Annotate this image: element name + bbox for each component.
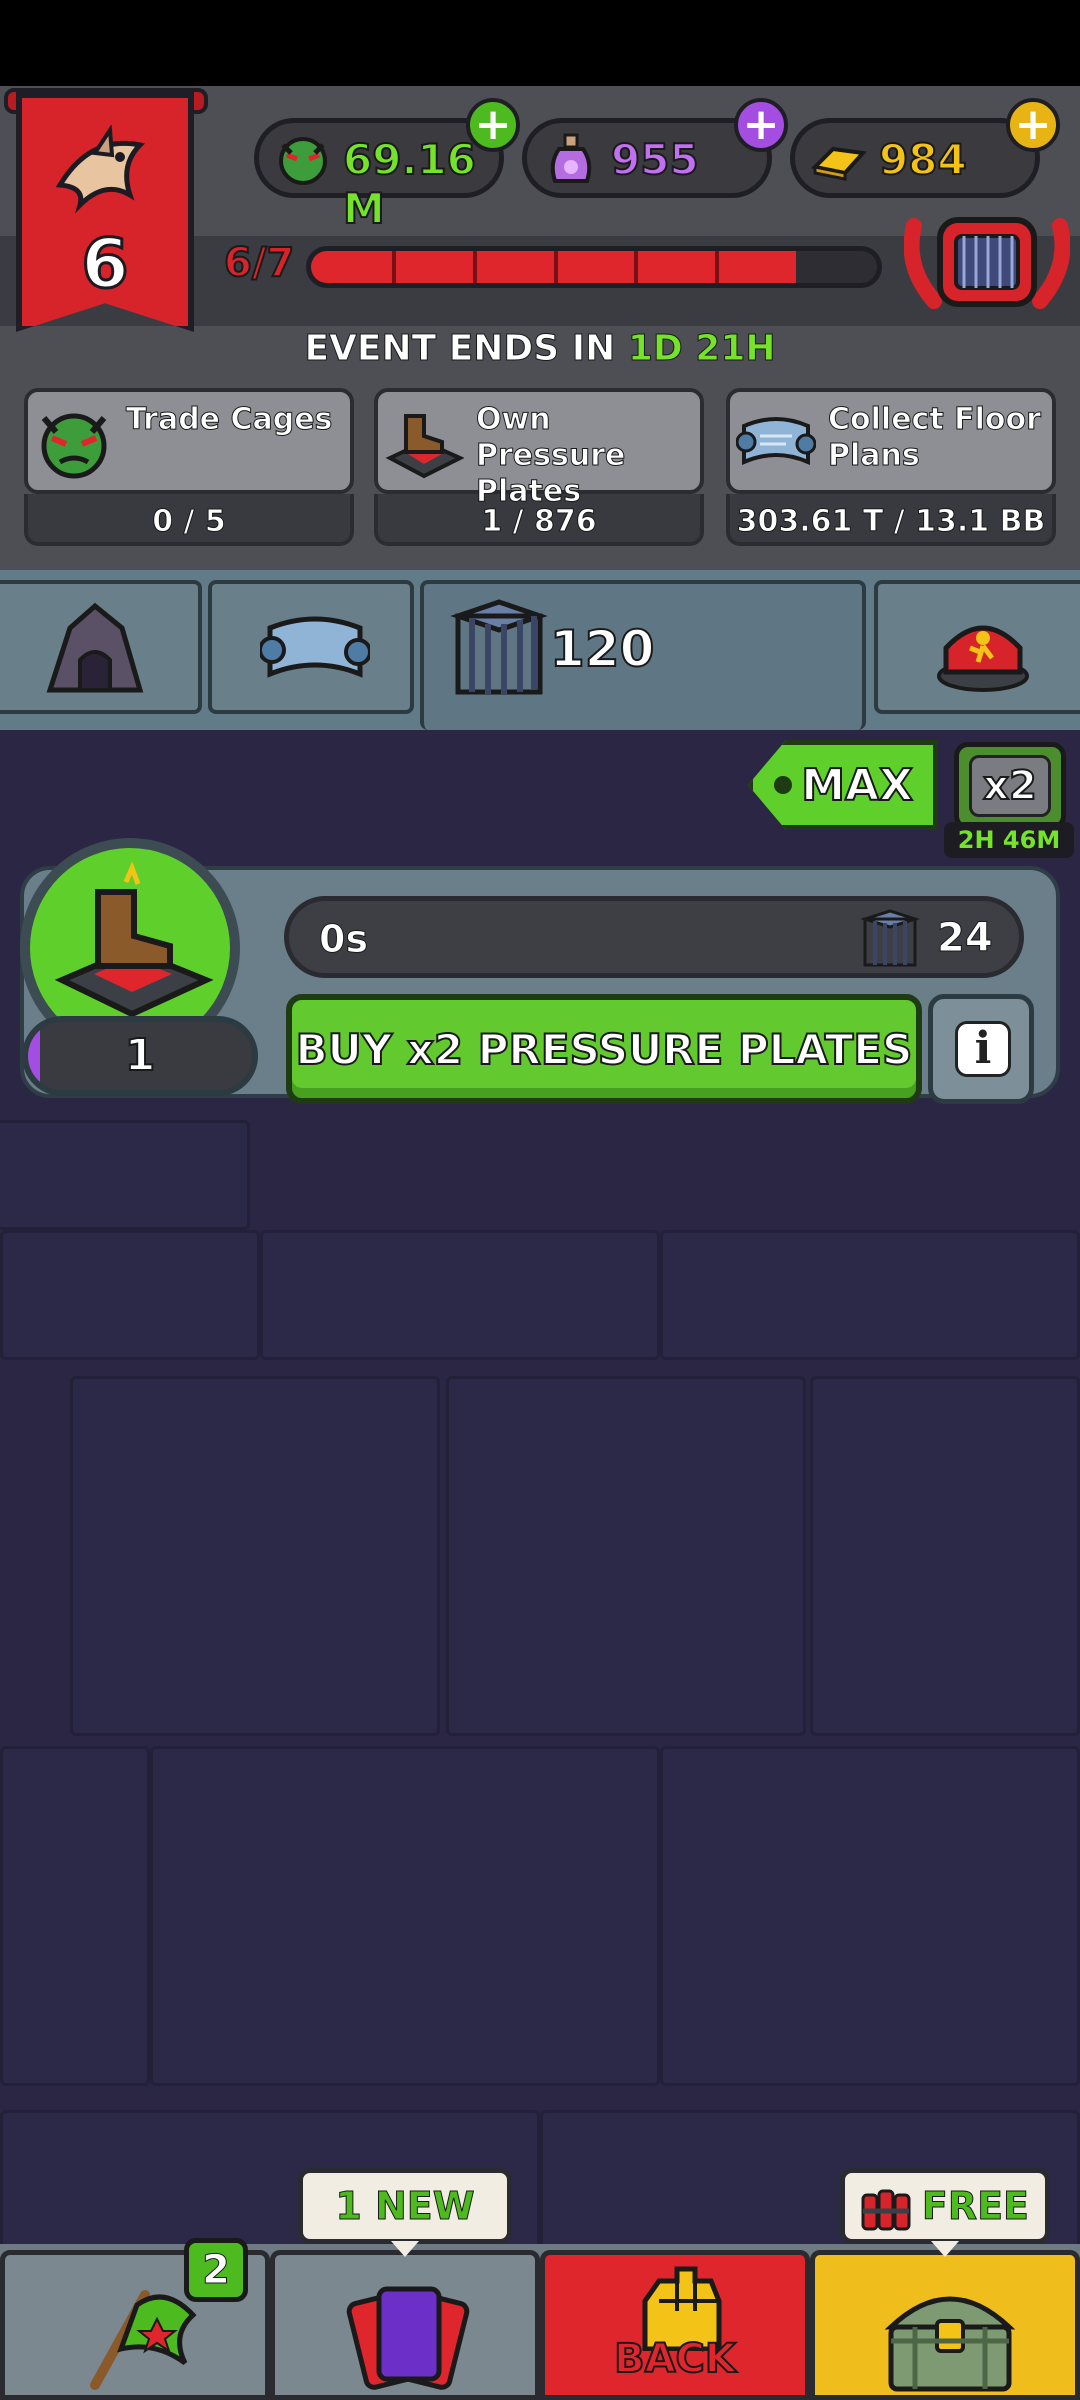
nav-cards-button[interactable]	[270, 2250, 540, 2400]
cage-count: 120	[549, 619, 655, 679]
x2-boost-button[interactable]: x2	[954, 742, 1066, 830]
x2-boost-label: x2	[969, 755, 1051, 817]
cave-icon	[46, 602, 144, 693]
generator-level-value: 1	[124, 1029, 157, 1082]
production-timer-bar: 0s 24	[284, 896, 1024, 978]
add-gold-button[interactable]: +	[1006, 98, 1060, 152]
cards-icon	[346, 2286, 470, 2390]
gold-counter[interactable]: 984	[790, 118, 1040, 198]
pressure-plate-boot-icon	[54, 862, 214, 1018]
quest-title: Collect Floor Plans	[828, 402, 1042, 474]
rank-progress-bar	[306, 246, 882, 288]
progress-segment-divider	[715, 251, 720, 283]
plus-icon: +	[742, 99, 780, 150]
tab-cave[interactable]	[0, 580, 202, 714]
event-countdown: EVENT ENDS IN 1D 21H	[0, 328, 1080, 370]
x2-boost-timer: 2H 46M	[944, 822, 1074, 858]
production-timer: 0s	[318, 917, 369, 962]
plus-icon: +	[1014, 99, 1052, 150]
progress-segment-divider	[391, 251, 396, 283]
dynamite-icon	[861, 2189, 911, 2231]
gold-value: 984	[878, 134, 968, 185]
cards-new-tooltip: 1 NEW	[298, 2168, 512, 2257]
info-icon: i	[955, 1021, 1011, 1077]
tab-alarm[interactable]	[874, 580, 1080, 714]
quest-progress: 1 / 876	[481, 504, 597, 540]
buy-generator-button[interactable]: BUY x2 PRESSURE PLATES	[286, 994, 922, 1104]
progress-segment-divider	[634, 251, 639, 283]
potion-value: 955	[610, 134, 700, 185]
quest-title: Trade Cages	[126, 402, 333, 438]
monster-head-icon	[41, 413, 107, 479]
quest-progress: 0 / 5	[152, 504, 227, 540]
player-level: 6	[80, 224, 130, 306]
event-countdown-time: 1D 21H	[627, 328, 776, 370]
quest-trade-cages[interactable]: Trade Cages 0 / 5	[24, 388, 354, 548]
cage-icon	[860, 909, 920, 967]
progress-segment-divider	[472, 251, 477, 283]
add-cash-button[interactable]: +	[466, 98, 520, 152]
shop-free-tooltip: FREE	[840, 2168, 1050, 2257]
cage-icon	[450, 599, 548, 695]
generator-level: 1	[22, 1016, 258, 1096]
shark-icon	[55, 125, 146, 214]
floor-plan-scroll-icon	[260, 616, 370, 678]
floor-plan-scroll-icon	[736, 417, 816, 466]
rank-reward-icon[interactable]	[904, 206, 1070, 316]
nav-shop-button[interactable]	[810, 2250, 1080, 2400]
back-label: BACK	[613, 2335, 737, 2383]
shop-free-label: FREE	[921, 2184, 1029, 2229]
status-bar	[0, 0, 1080, 86]
monster-head-icon	[279, 137, 327, 185]
add-potion-button[interactable]: +	[734, 98, 788, 152]
plus-icon: +	[474, 99, 512, 150]
toggle-dot	[774, 776, 792, 794]
event-countdown-prefix: EVENT ENDS IN	[304, 328, 616, 370]
pressure-plate-boot-icon	[385, 414, 464, 479]
rank-progress-label: 6/7	[223, 239, 295, 287]
quest-title: Own Pressure Plates	[476, 402, 626, 510]
treasure-chest-icon	[884, 2296, 1016, 2392]
production-yield: 24	[937, 915, 994, 962]
quest-progress: 303.61 T / 13.1 BB	[736, 504, 1046, 540]
info-button[interactable]: i	[928, 994, 1034, 1104]
missions-badge: 2	[184, 2238, 248, 2302]
tab-floor-plans[interactable]	[208, 580, 414, 714]
gold-bar-icon	[811, 146, 867, 181]
alarm-button-icon	[937, 625, 1029, 692]
potion-icon	[550, 133, 592, 183]
quest-collect-floor-plans[interactable]: Collect Floor Plans 303.61 T / 13.1 BB	[726, 388, 1056, 548]
quest-own-pressure-plates[interactable]: Own Pressure Plates 1 / 876	[374, 388, 704, 548]
progress-segment-divider	[553, 251, 558, 283]
